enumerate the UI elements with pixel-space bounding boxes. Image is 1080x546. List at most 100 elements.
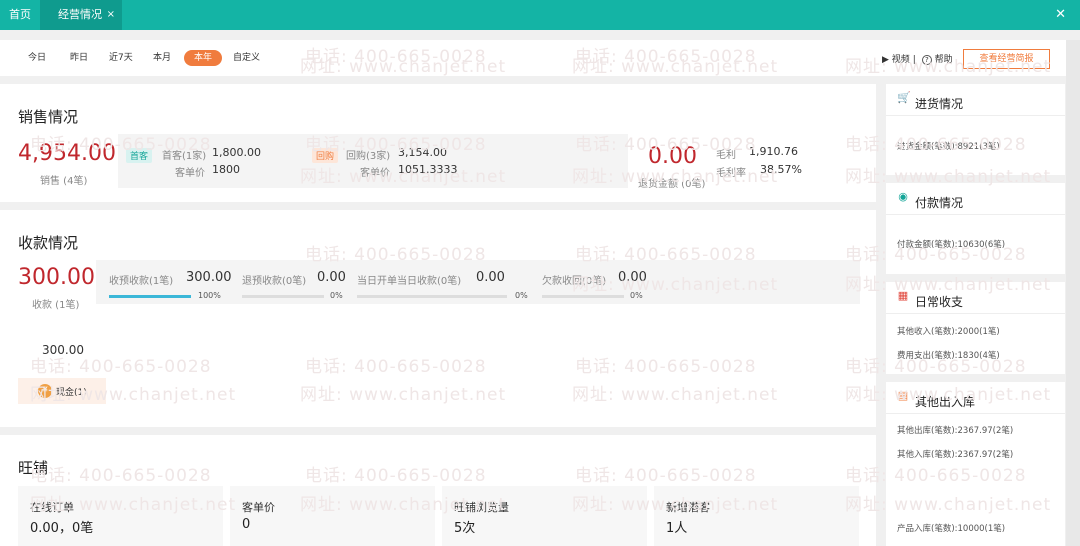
sales-total: 4,954.00 [18, 141, 116, 166]
stat-value: 0.00，0笔 [30, 521, 94, 536]
filter-this-month[interactable]: 本月 [153, 50, 171, 66]
first-unit-label: 客单价 [175, 168, 205, 179]
collection-pct: 0% [330, 291, 343, 300]
filter-today[interactable]: 今日 [28, 50, 46, 66]
collection-pct: 0% [630, 291, 643, 300]
payment-card[interactable]: ◉ 付款情况 付款金额(笔数):10630(6笔) [886, 183, 1065, 274]
stat-label: 新增潜客 [666, 501, 710, 514]
stock-title: 其他出入库 [915, 395, 976, 409]
shop-stat: 在线订单 0.00，0笔 [18, 486, 223, 546]
stat-label: 客单价 [242, 501, 275, 514]
repeat-customer-value: 3,154.00 [398, 146, 447, 159]
daily-card[interactable]: ▦ 日常收支 其他收入(笔数):2000(1笔) 费用支出(笔数):1830(4… [886, 282, 1065, 374]
purchase-icon: 🛒 [897, 91, 911, 104]
first-customer-tag: 首客 [126, 148, 153, 163]
other-inbound: 其他入库(笔数):2367.97(2笔) [897, 450, 1014, 460]
other-income: 其他收入(笔数):2000(1笔) [897, 327, 1000, 337]
repeat-unit-value: 1051.3333 [398, 163, 458, 176]
stat-value: 0 [242, 517, 251, 532]
collection-progress [109, 295, 191, 298]
cash-label: 现金(1) [56, 388, 87, 398]
top-tab-bar: 首页 经营情况 × ✕ [0, 0, 1080, 30]
first-unit-value: 1800 [212, 163, 240, 176]
video-icon: ▶ [882, 55, 889, 65]
purchase-card[interactable]: 🛒 进货情况 进货金额(笔数):8921(3笔) [886, 84, 1065, 175]
stock-icon: ▤ [897, 389, 909, 402]
collection-item-label: 收预收款(1笔) [109, 276, 174, 287]
collection-item-value: 0.00 [618, 270, 647, 285]
first-customer-label: 首客(1家) [162, 151, 207, 162]
sales-count: 销售 (4笔) [40, 176, 88, 187]
purchase-title: 进货情况 [915, 97, 964, 111]
filter-yesterday[interactable]: 昨日 [70, 50, 88, 66]
refund-label: 退货金额 (0笔) [638, 179, 706, 190]
product-inbound: 产品入库(笔数):10000(1笔) [897, 524, 1006, 534]
repeat-customer-tag: 回购 [312, 148, 339, 163]
stock-card[interactable]: ▤ 其他出入库 其他出库(笔数):2367.97(2笔) 其他入库(笔数):23… [886, 382, 1065, 546]
sales-card: 销售情况 4,954.00 销售 (4笔) 首客 首客(1家) 1,800.00… [0, 84, 876, 202]
margin-label: 毛利率 [716, 168, 746, 179]
repeat-unit-label: 客单价 [360, 168, 390, 179]
help-icon: ? [922, 55, 932, 65]
gross-profit-label: 毛利 [716, 150, 736, 161]
calendar-icon: ▦ [897, 289, 909, 302]
filter-last-7-days[interactable]: 近7天 [109, 50, 133, 66]
purchase-amount: 进货金额(笔数):8921(3笔) [897, 142, 1000, 152]
tab-close-icon[interactable]: × [107, 0, 115, 30]
collection-progress [357, 295, 507, 298]
collection-card: 收款情况 300.00 收款 (1笔) 收预收款(1笔) 300.00 100%… [0, 210, 876, 427]
expense: 费用支出(笔数):1830(4笔) [897, 351, 1000, 361]
tab-label: 经营情况 [58, 8, 102, 21]
payment-title: 付款情况 [915, 196, 964, 210]
collection-pct: 100% [198, 291, 221, 300]
window-close-icon[interactable]: ✕ [1055, 0, 1066, 30]
other-outbound: 其他出库(笔数):2367.97(2笔) [897, 426, 1014, 436]
collection-item-label: 当日开单当日收款(0笔) [357, 276, 462, 287]
collection-progress [242, 295, 324, 298]
collection-item-value: 300.00 [186, 270, 232, 285]
daily-title: 日常收支 [915, 295, 964, 309]
first-customer-value: 1,800.00 [212, 146, 261, 159]
collection-progress [542, 295, 624, 298]
collection-count: 收款 (1笔) [32, 300, 80, 311]
margin-value: 38.57% [760, 163, 802, 176]
filter-custom[interactable]: 自定义 [233, 50, 260, 66]
stock-header: ▤ 其他出入库 [886, 382, 1065, 414]
stat-label: 旺铺浏览量 [454, 501, 509, 514]
collection-pct: 0% [515, 291, 528, 300]
help-link[interactable]: ? 帮助 [922, 52, 953, 65]
purchase-header: 🛒 进货情况 [886, 84, 1065, 116]
cash-icon: ¥ [38, 384, 52, 398]
sales-title: 销售情况 [18, 108, 79, 126]
payment-icon: ◉ [898, 190, 908, 203]
payment-header: ◉ 付款情况 [886, 183, 1065, 215]
collection-item-value: 0.00 [476, 270, 505, 285]
shop-title: 旺铺 [18, 459, 49, 477]
shop-stat: 客单价 0 [230, 486, 435, 546]
cash-method-chip[interactable]: ¥ 现金(1) [18, 378, 106, 404]
collection-item-label: 欠款收回(0笔) [542, 276, 607, 287]
collection-item-value: 0.00 [317, 270, 346, 285]
stat-label: 在线订单 [30, 501, 74, 514]
collection-total: 300.00 [18, 265, 95, 290]
filter-this-year[interactable]: 本年 [184, 50, 223, 66]
daily-header: ▦ 日常收支 [886, 282, 1065, 314]
video-link[interactable]: ▶ 视频 | [882, 52, 916, 65]
shop-stat: 旺铺浏览量 5次 [442, 486, 647, 546]
payment-amount: 付款金额(笔数):10630(6笔) [897, 240, 1006, 250]
page-scrollbar[interactable] [1066, 40, 1080, 546]
collection-item-label: 退预收款(0笔) [242, 276, 307, 287]
tab-home[interactable]: 首页 [0, 0, 40, 30]
stat-value: 5次 [454, 521, 476, 536]
view-report-button[interactable]: 查看经营简报 [963, 49, 1050, 69]
refund-amount: 0.00 [648, 144, 697, 169]
collection-title: 收款情况 [18, 234, 79, 252]
repeat-customer-label: 回购(3家) [346, 151, 391, 162]
progress-fill [109, 295, 191, 298]
date-filter-bar: 今日 昨日 近7天 本月 本年 自定义 ▶ 视频 | ? 帮助 查看经营简报 [0, 40, 1066, 76]
stat-value: 1人 [666, 521, 688, 536]
tab-business-overview[interactable]: 经营情况 × [40, 0, 122, 30]
cash-amount: 300.00 [42, 343, 84, 357]
gross-profit-value: 1,910.76 [749, 145, 798, 158]
shop-stat: 新增潜客 1人 [654, 486, 859, 546]
